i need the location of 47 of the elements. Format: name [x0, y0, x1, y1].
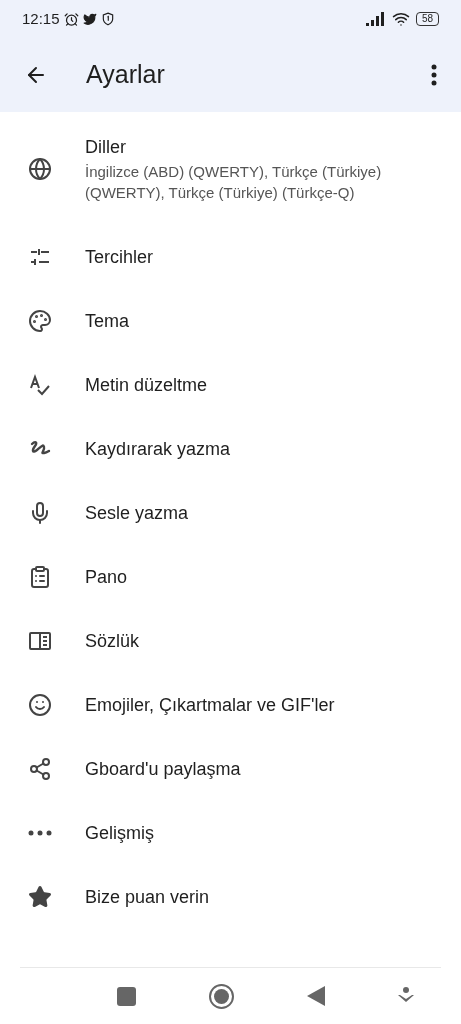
item-title: Metin düzeltme: [85, 373, 208, 397]
dots-icon: [28, 830, 52, 836]
item-title: Emojiler, Çıkartmalar ve GIF'ler: [85, 693, 335, 717]
settings-item[interactable]: Sesle yazma: [0, 481, 461, 545]
item-title: Tema: [85, 309, 129, 333]
settings-item[interactable]: Kaydırarak yazma: [0, 417, 461, 481]
item-title: Gelişmiş: [85, 821, 154, 845]
item-title: Diller: [85, 136, 127, 159]
settings-item[interactable]: Gelişmiş: [0, 801, 461, 865]
smiley-icon: [28, 693, 52, 717]
home-button[interactable]: [208, 983, 234, 1009]
book-icon: [28, 629, 52, 653]
settings-item[interactable]: Gboard'u paylaşma: [0, 737, 461, 801]
back-nav-icon[interactable]: [307, 986, 326, 1006]
share-icon: [28, 757, 52, 781]
settings-item[interactable]: Bize puan verin: [0, 865, 461, 929]
more-options-icon: [431, 64, 437, 86]
item-title: Kaydırarak yazma: [85, 437, 231, 461]
recents-button[interactable]: [116, 986, 136, 1006]
status-time: 12:15: [22, 8, 60, 29]
battery-icon: 58: [415, 12, 439, 26]
item-title: Sözlük: [85, 629, 140, 653]
item-title: Pano: [85, 565, 128, 589]
settings-item[interactable]: Tema: [0, 289, 461, 353]
dropdown-icon[interactable]: [398, 987, 415, 1005]
item-subtitle: İngilizce (ABD) (QWERTY), Türkçe (Türkiye) (QWERTY), Türkçe (Türkiye) (Türkçe-Q): [85, 162, 383, 203]
settings-item[interactable]: Emojiler, Çıkartmalar ve GIF'ler: [0, 673, 461, 737]
item-title: Sesle yazma: [85, 501, 189, 525]
wifi-icon: [391, 10, 410, 28]
clipboard-icon: [28, 565, 52, 589]
settings-item[interactable]: Tercihler: [0, 225, 461, 289]
alarm-icon: [63, 11, 79, 27]
star-icon: [28, 885, 52, 909]
settings-item[interactable]: Diller İngilizce (ABD) (QWERTY), Türkçe (Türkiye) (QWERTY), Türkçe (Türkiye) (Türkçe-Q): [0, 112, 461, 225]
spell-check-icon: [28, 373, 52, 397]
item-title: Tercihler: [85, 245, 154, 269]
settings-item[interactable]: Pano: [0, 545, 461, 609]
palette-icon: [28, 309, 52, 333]
toolbar-title: Ayarlar: [86, 59, 166, 91]
signal-icon: [365, 12, 386, 26]
item-title: Gboard'u paylaşma: [85, 757, 241, 781]
shield-icon: [100, 12, 115, 26]
item-title: Bize puan verin: [85, 885, 210, 909]
settings-item[interactable]: Sözlük: [0, 609, 461, 673]
settings-item[interactable]: Metin düzeltme: [0, 353, 461, 417]
bird-icon: [82, 12, 97, 26]
globe-icon: [28, 156, 52, 181]
